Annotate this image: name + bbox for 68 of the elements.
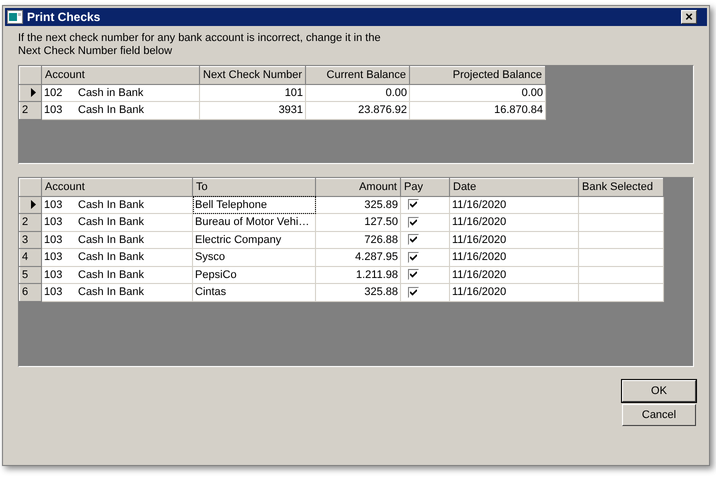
table-cell: PepsiCo: [192, 266, 316, 284]
table-cell: 11/16/2020: [450, 214, 578, 231]
account-name: Cash In Bank: [78, 268, 144, 282]
table-cell: 127.50: [316, 214, 400, 231]
column-header[interactable]: Account: [42, 178, 192, 196]
table-cell[interactable]: 101: [200, 84, 306, 102]
account-name: Cash In Bank: [78, 250, 144, 265]
account-number: 103: [44, 215, 64, 230]
table-cell: 726.88: [316, 231, 400, 248]
account-number: 103: [44, 103, 64, 118]
row-header[interactable]: 2: [20, 102, 42, 119]
column-header[interactable]: Account: [42, 66, 200, 84]
table-cell: Sysco: [192, 248, 316, 266]
row-header[interactable]: 4: [20, 248, 42, 266]
table-cell: 0.00: [410, 84, 546, 102]
column-header[interactable]: Current Balance: [306, 66, 410, 84]
dialog-button[interactable]: OK: [622, 380, 696, 402]
window-title: Print Checks: [27, 9, 102, 26]
table-cell: Cintas: [192, 284, 316, 301]
row-header[interactable]: 3: [20, 231, 42, 248]
instruction-text: If the next check number for any bank account is incorrect, change it in the Next Check Number field below: [18, 32, 382, 58]
account-number: 102: [44, 86, 64, 100]
window-icon: [7, 10, 23, 24]
column-header[interactable]: Date: [450, 178, 578, 196]
table-cell[interactable]: 3931: [200, 102, 306, 119]
table-cell: 325.89: [316, 196, 400, 214]
account-number: 103: [44, 250, 64, 265]
table-cell: 16.870.84: [410, 102, 546, 119]
table-cell: 1.211.98: [316, 266, 400, 284]
account-name: Cash In Bank: [78, 215, 144, 230]
pay-checkbox[interactable]: [408, 269, 419, 280]
column-header[interactable]: Pay: [400, 178, 450, 196]
pay-checkbox[interactable]: [408, 199, 419, 210]
row-header[interactable]: 2: [20, 214, 42, 231]
account-number: 103: [44, 198, 64, 212]
account-name: Cash In Bank: [78, 232, 144, 248]
account-name: Cash In Bank: [78, 103, 144, 118]
table-cell: 11/16/2020: [450, 266, 578, 284]
table-cell: 0.00: [306, 84, 410, 102]
column-header[interactable]: Projected Balance: [410, 66, 546, 84]
row-header[interactable]: 6: [20, 284, 42, 301]
table-cell: 11/16/2020: [450, 284, 578, 301]
close-button[interactable]: ×: [681, 10, 697, 24]
pay-checkbox[interactable]: [408, 216, 419, 228]
account-name: Cash In Bank: [78, 198, 144, 212]
dialog-button[interactable]: Cancel: [622, 404, 696, 426]
column-header[interactable]: To: [192, 178, 316, 196]
table-cell: Bureau of Motor Vehi…: [192, 214, 316, 231]
account-name: Cash In Bank: [78, 285, 144, 300]
column-header[interactable]: Next Check Number: [200, 66, 306, 84]
table-cell: 11/16/2020: [450, 196, 578, 214]
pay-checkbox[interactable]: [408, 234, 419, 246]
column-header[interactable]: Amount: [316, 178, 400, 196]
table-cell: 4.287.95: [316, 248, 400, 266]
pay-checkbox[interactable]: [408, 286, 419, 298]
table-cell: 11/16/2020: [450, 248, 578, 266]
table-cell: 325.88: [316, 284, 400, 301]
pay-checkbox[interactable]: [408, 252, 419, 263]
account-number: 103: [44, 285, 64, 300]
table-cell: 11/16/2020: [450, 231, 578, 248]
table-cell: Electric Company: [192, 231, 316, 248]
account-name: Cash in Bank: [78, 86, 144, 100]
column-header[interactable]: Bank Selected: [578, 178, 664, 196]
table-cell: 23.876.92: [306, 102, 410, 119]
table-cell: Bell Telephone: [192, 196, 316, 214]
row-header[interactable]: 5: [20, 266, 42, 284]
account-number: 103: [44, 268, 64, 282]
account-number: 103: [44, 232, 64, 248]
